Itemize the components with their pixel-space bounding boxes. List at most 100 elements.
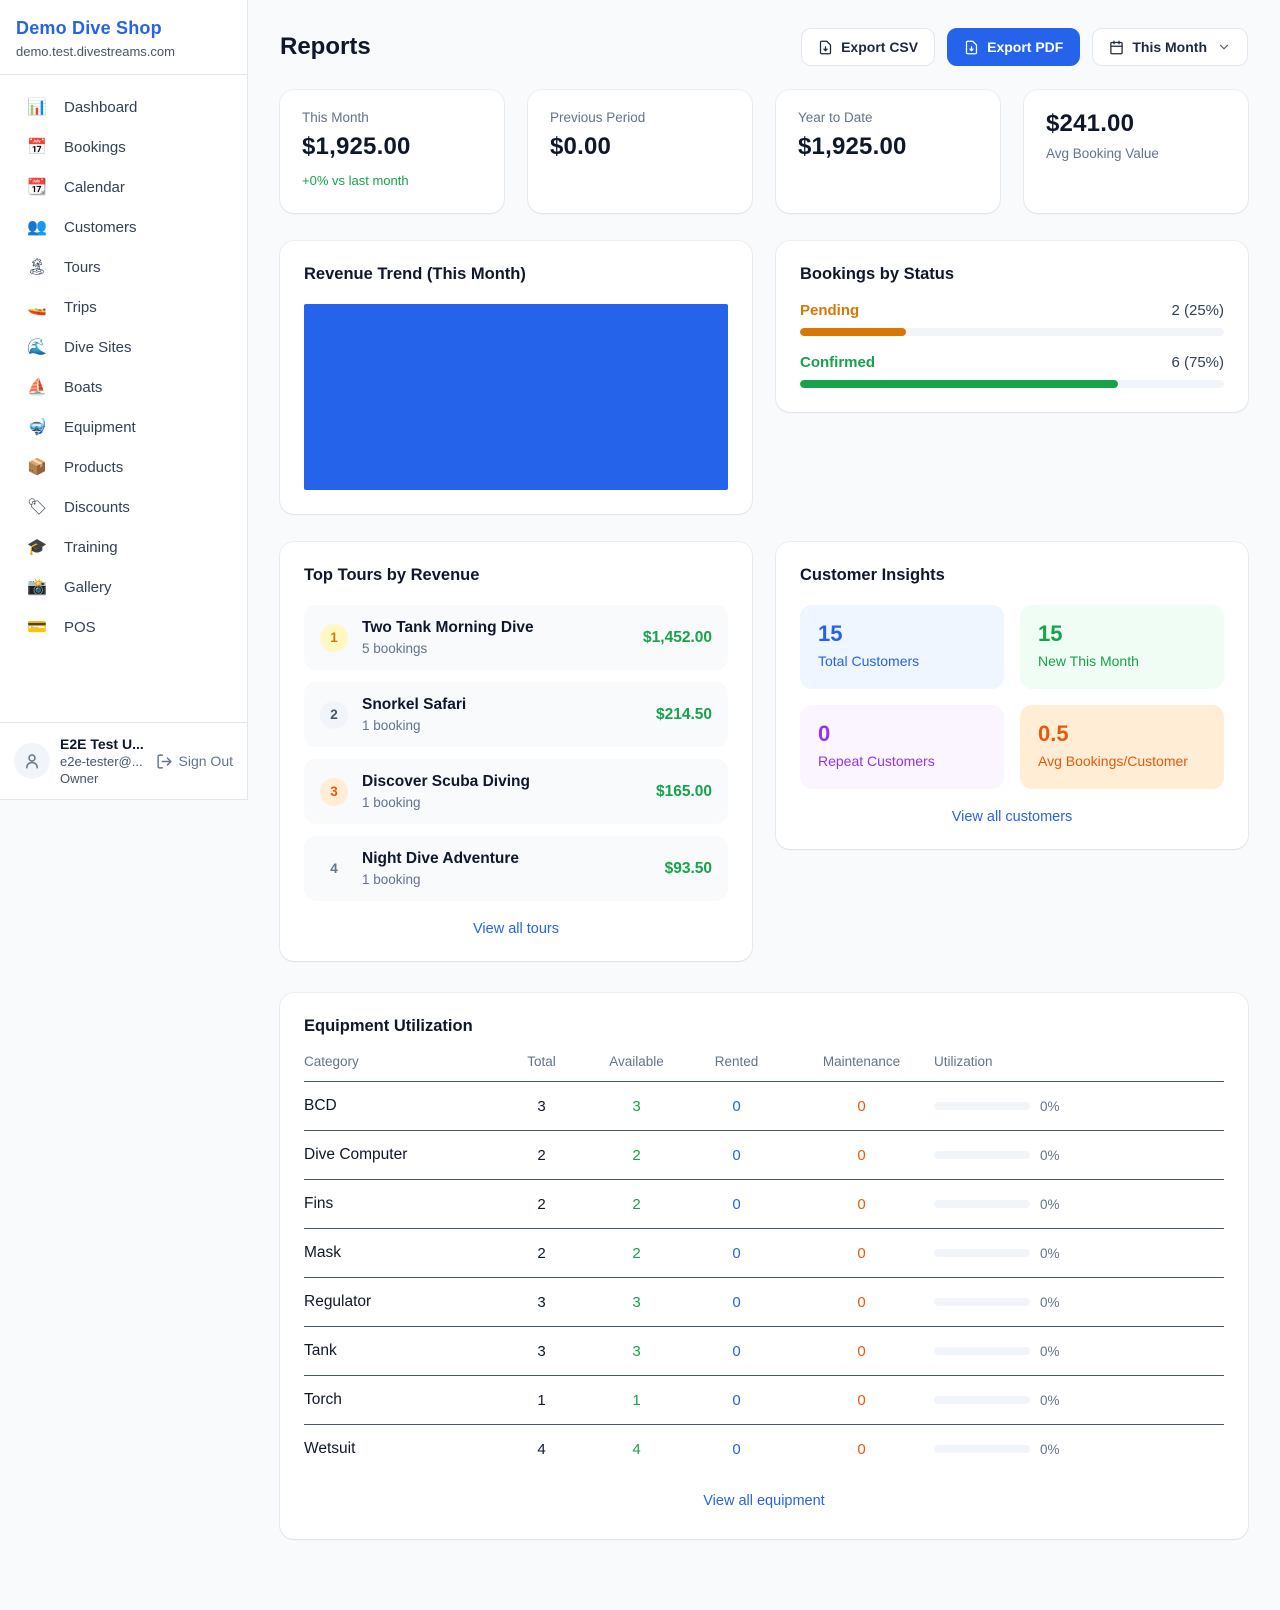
- rank-badge: 4: [320, 855, 348, 883]
- sign-out-icon: [156, 753, 173, 770]
- cell-total: 2: [494, 1245, 589, 1262]
- stat-delta: +0% vs last month: [302, 173, 482, 188]
- utilization-percent: 0%: [1040, 1295, 1060, 1310]
- sidebar-item-boats[interactable]: ⛵ Boats: [0, 367, 247, 407]
- cell-total: 2: [494, 1196, 589, 1213]
- stat-label: Avg Booking Value: [1046, 146, 1226, 161]
- bookings-by-status-title: Bookings by Status: [800, 265, 1224, 284]
- customer-insights-title: Customer Insights: [800, 566, 1224, 585]
- bookings-by-status-card: Bookings by Status Pending 2 (25%) Confi…: [776, 241, 1248, 412]
- tour-row: 2 Snorkel Safari 1 booking $214.50: [304, 682, 728, 747]
- utilization-percent: 0%: [1040, 1442, 1060, 1457]
- user-role: Owner: [60, 771, 146, 786]
- tour-revenue: $93.50: [665, 860, 712, 878]
- sign-out-button[interactable]: Sign Out: [156, 753, 233, 770]
- utilization-track: [934, 1396, 1030, 1404]
- cell-category: Regulator: [304, 1293, 494, 1311]
- sidebar-item-label: Dive Sites: [64, 339, 132, 356]
- graduation-cap-icon: 🎓: [26, 537, 48, 557]
- cell-rented: 0: [684, 1196, 789, 1213]
- sidebar-item-tours[interactable]: 🏝 Tours: [0, 247, 247, 287]
- cell-rented: 0: [684, 1441, 789, 1458]
- calendar-icon: [1109, 40, 1124, 55]
- cell-maintenance: 0: [789, 1196, 934, 1213]
- sidebar-item-customers[interactable]: 👥 Customers: [0, 207, 247, 247]
- sidebar-item-training[interactable]: 🎓 Training: [0, 527, 247, 567]
- tour-bookings: 5 bookings: [362, 641, 629, 656]
- sidebar-item-label: Bookings: [64, 139, 126, 156]
- table-row: Tank 3 3 0 0 0%: [304, 1327, 1224, 1376]
- period-dropdown[interactable]: This Month: [1092, 28, 1248, 66]
- insights-row: Top Tours by Revenue 1 Two Tank Morning …: [280, 542, 1248, 961]
- insights-grid: 15 Total Customers 15 New This Month 0 R…: [800, 605, 1224, 789]
- sidebar-item-trips[interactable]: 🚤 Trips: [0, 287, 247, 327]
- cell-total: 4: [494, 1441, 589, 1458]
- column-header-category: Category: [304, 1054, 494, 1069]
- sidebar-item-label: Equipment: [64, 419, 136, 436]
- cell-available: 2: [589, 1196, 684, 1213]
- stat-card-this-month: This Month $1,925.00 +0% vs last month: [280, 90, 504, 213]
- sidebar-item-gallery[interactable]: 📸 Gallery: [0, 567, 247, 607]
- column-header-available: Available: [589, 1054, 684, 1069]
- cell-category: BCD: [304, 1097, 494, 1115]
- utilization-track: [934, 1347, 1030, 1355]
- stat-card-previous-period: Previous Period $0.00: [528, 90, 752, 213]
- sidebar-item-products[interactable]: 📦 Products: [0, 447, 247, 487]
- rank-badge: 1: [320, 624, 348, 652]
- utilization-percent: 0%: [1040, 1393, 1060, 1408]
- cell-category: Wetsuit: [304, 1440, 494, 1458]
- user-email: e2e-tester@...: [60, 754, 146, 769]
- cell-available: 3: [589, 1343, 684, 1360]
- cell-category: Dive Computer: [304, 1146, 494, 1164]
- export-csv-label: Export CSV: [841, 39, 918, 55]
- cell-available: 2: [589, 1245, 684, 1262]
- progress-fill: [800, 328, 906, 336]
- cell-utilization: 0%: [934, 1393, 1224, 1408]
- column-header-rented: Rented: [684, 1054, 789, 1069]
- cell-maintenance: 0: [789, 1343, 934, 1360]
- status-label: Confirmed: [800, 354, 875, 371]
- equipment-utilization-title: Equipment Utilization: [304, 1017, 1224, 1036]
- utilization-track: [934, 1445, 1030, 1453]
- file-download-icon: [818, 40, 833, 55]
- stat-label: This Month: [302, 110, 482, 125]
- sidebar-item-dashboard[interactable]: 📊 Dashboard: [0, 87, 247, 127]
- insight-value: 15: [818, 621, 986, 647]
- sidebar-item-label: Gallery: [64, 579, 112, 596]
- cell-rented: 0: [684, 1392, 789, 1409]
- export-pdf-button[interactable]: Export PDF: [947, 28, 1080, 66]
- tour-bookings: 1 booking: [362, 795, 642, 810]
- view-all-tours-link[interactable]: View all tours: [304, 921, 728, 937]
- sidebar-item-equipment[interactable]: 🤿 Equipment: [0, 407, 247, 447]
- status-count: 2 (25%): [1171, 302, 1224, 319]
- stat-value: $241.00: [1046, 110, 1226, 138]
- charts-row: Revenue Trend (This Month) Bookings by S…: [280, 241, 1248, 514]
- insight-label: Repeat Customers: [818, 753, 986, 769]
- sidebar-item-label: Customers: [64, 219, 137, 236]
- progress-track: [800, 328, 1224, 336]
- view-all-customers-link[interactable]: View all customers: [800, 809, 1224, 825]
- sidebar-item-bookings[interactable]: 📅 Bookings: [0, 127, 247, 167]
- view-all-equipment-link[interactable]: View all equipment: [304, 1493, 1224, 1509]
- page-header: Reports Export CSV Export PDF This Month: [280, 28, 1248, 66]
- customer-insights-card: Customer Insights 15 Total Customers 15 …: [776, 542, 1248, 849]
- user-name: E2E Test U...: [60, 736, 146, 752]
- sidebar-item-label: Dashboard: [64, 99, 137, 116]
- insight-tile-avg-bookings: 0.5 Avg Bookings/Customer: [1020, 705, 1224, 789]
- sidebar-item-calendar[interactable]: 📆 Calendar: [0, 167, 247, 207]
- sidebar-item-pos[interactable]: 💳 POS: [0, 607, 247, 647]
- status-label: Pending: [800, 302, 859, 319]
- sidebar-item-dive-sites[interactable]: 🌊 Dive Sites: [0, 327, 247, 367]
- status-row-pending: Pending 2 (25%): [800, 302, 1224, 336]
- sidebar-item-discounts[interactable]: 🏷 Discounts: [0, 487, 247, 527]
- cell-utilization: 0%: [934, 1197, 1224, 1212]
- wave-icon: 🌊: [26, 337, 48, 357]
- sailboat-icon: ⛵: [26, 377, 48, 397]
- tour-name: Night Dive Adventure: [362, 850, 651, 868]
- stat-value: $1,925.00: [302, 133, 482, 161]
- island-icon: 🏝: [26, 257, 48, 277]
- header-actions: Export CSV Export PDF This Month: [801, 28, 1248, 66]
- tour-revenue: $214.50: [656, 706, 712, 724]
- revenue-trend-chart: [304, 304, 728, 490]
- export-csv-button[interactable]: Export CSV: [801, 28, 935, 66]
